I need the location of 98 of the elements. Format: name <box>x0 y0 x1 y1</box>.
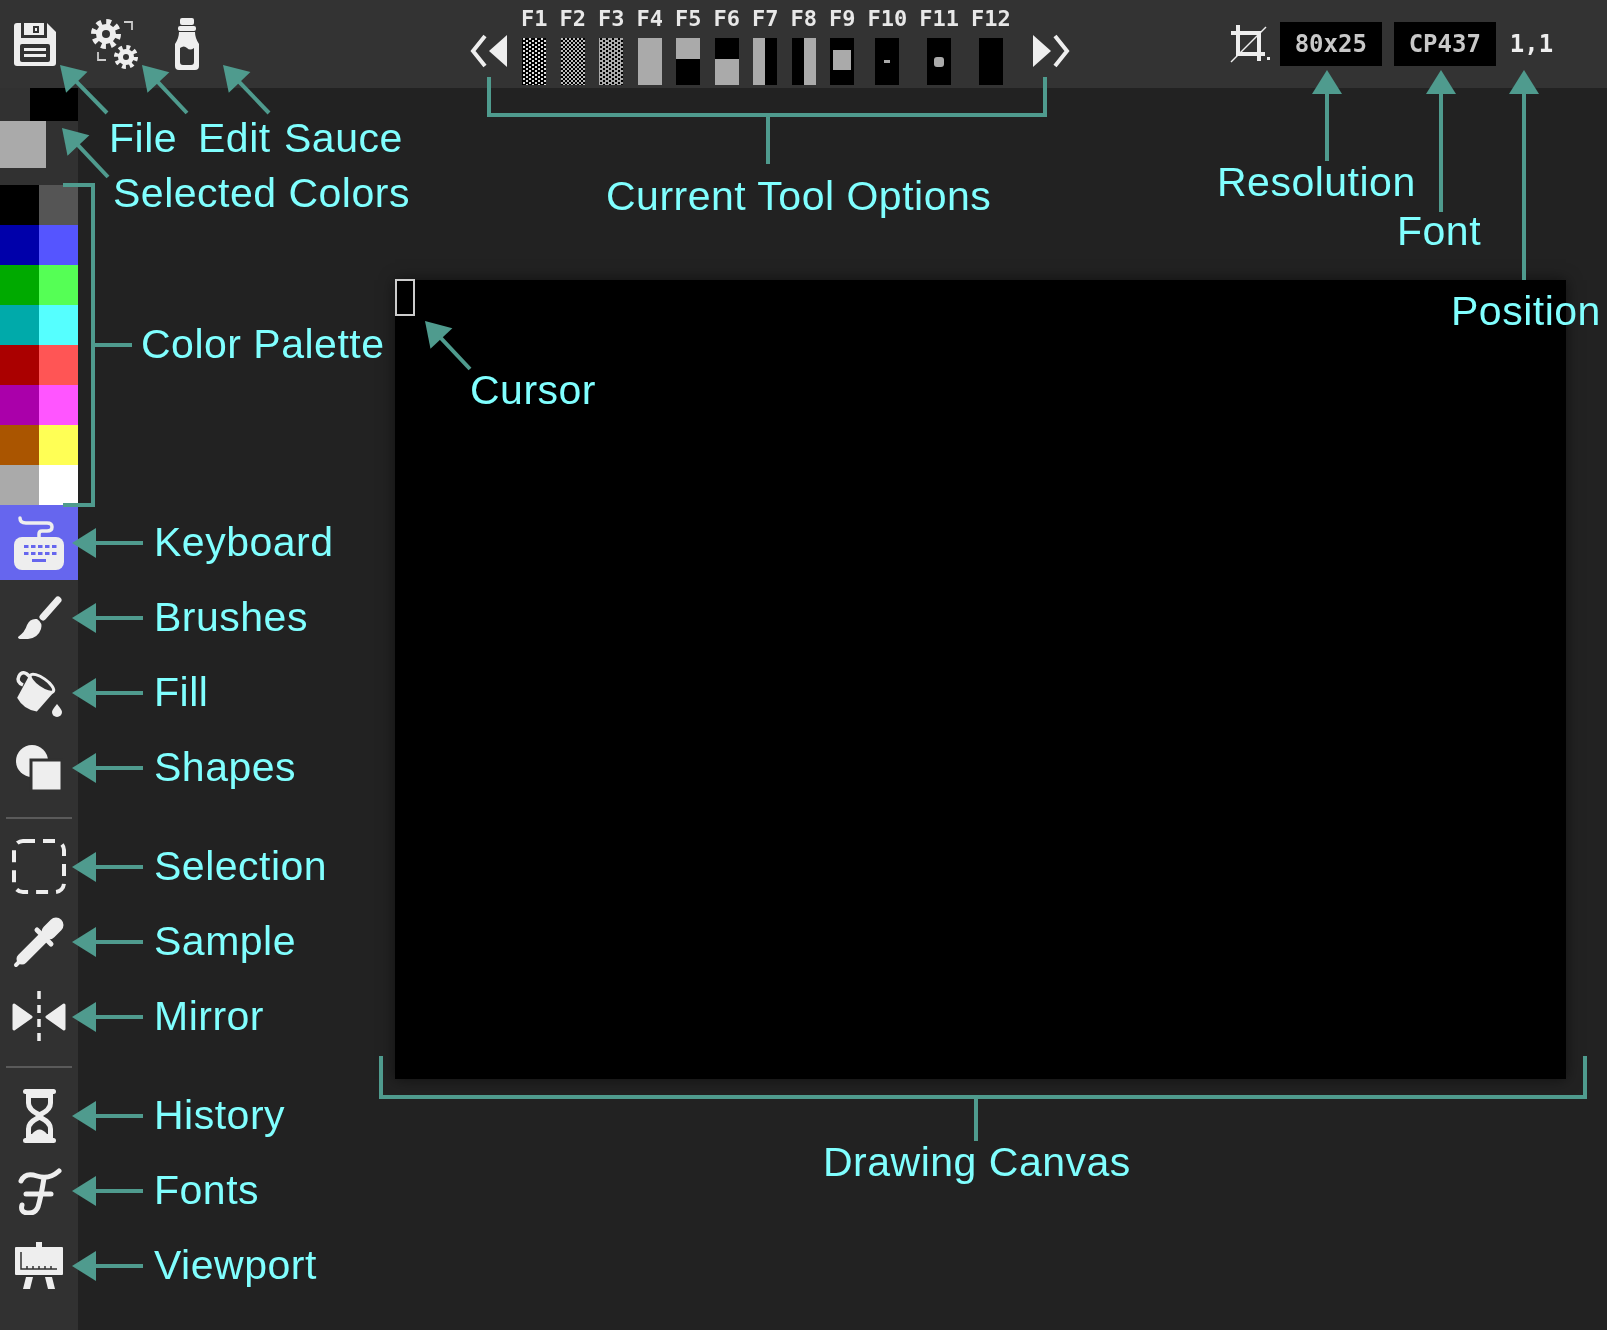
pointer-arrow <box>425 321 472 371</box>
paint-bucket-icon <box>14 668 64 717</box>
function-key-button[interactable]: F1 <box>521 8 548 85</box>
double-chevron-left-icon[interactable] <box>469 33 509 69</box>
script-f-icon <box>16 1166 62 1215</box>
callout-label: Fill <box>154 672 209 713</box>
callout-label: Shapes <box>154 747 297 788</box>
dark-shade-glyph-icon <box>599 38 624 85</box>
callout-label: Fonts <box>154 1170 260 1211</box>
function-key-button[interactable]: F6 <box>713 8 740 85</box>
function-key-button[interactable]: F4 <box>636 8 663 85</box>
function-key-button[interactable]: F10 <box>867 8 908 85</box>
blank-glyph-icon <box>978 38 1003 85</box>
circle-square-icon <box>15 743 63 792</box>
callout-label: Selection <box>154 846 328 887</box>
palette-swatch-icon[interactable] <box>0 265 39 305</box>
middle-dot-glyph-icon <box>875 38 900 85</box>
pointer-arrow <box>72 1001 143 1032</box>
keyboard-tool-button[interactable] <box>0 505 78 580</box>
bullet-glyph-icon <box>927 38 952 85</box>
pointer-arrow <box>223 65 271 115</box>
palette-swatch-icon[interactable] <box>39 465 78 505</box>
double-chevron-right-icon[interactable] <box>1030 33 1071 69</box>
font-button[interactable]: CP437 <box>1393 22 1496 66</box>
foreground-swatch-icon[interactable] <box>30 88 78 121</box>
function-key-button[interactable]: F8 <box>790 8 817 85</box>
palette-swatch-icon[interactable] <box>0 185 39 225</box>
function-key-button[interactable]: F3 <box>598 8 625 85</box>
eyedropper-icon <box>13 915 65 968</box>
bottle-icon[interactable] <box>174 18 200 70</box>
callout-label: Brushes <box>154 597 308 638</box>
callout-label: Sauce <box>284 118 403 159</box>
palette-swatch-icon[interactable] <box>0 425 39 465</box>
callout-label: Keyboard <box>154 522 334 563</box>
hourglass-icon <box>22 1088 56 1143</box>
pointer-arrow <box>72 752 143 783</box>
palette-swatch-icon[interactable] <box>0 305 39 345</box>
left-half-block-glyph-icon <box>753 38 778 85</box>
callout-label: Resolution <box>1217 162 1416 203</box>
callout-label: Color Palette <box>141 324 385 365</box>
palette-swatch-icon[interactable] <box>39 425 78 465</box>
pointer-arrow <box>72 1100 143 1131</box>
callout-label: Cursor <box>470 370 597 411</box>
keyboard-icon <box>14 515 64 570</box>
function-key-button[interactable]: F9 <box>829 8 856 85</box>
paintbrush-icon <box>16 596 62 639</box>
callout-label: Font <box>1397 211 1482 252</box>
upper-half-block-glyph-icon <box>676 38 701 85</box>
callout-label: Position <box>1451 291 1601 332</box>
callout-label: Viewport <box>154 1245 317 1286</box>
pointer-arrow <box>72 851 143 882</box>
background-swatch-icon[interactable] <box>0 121 46 168</box>
palette-swatch-icon[interactable] <box>0 465 39 505</box>
cursor-position-text: 1,1 <box>1509 32 1554 56</box>
callout-label: File <box>109 118 178 159</box>
crop-icon[interactable] <box>1228 24 1270 64</box>
mirror-triangles-icon <box>12 989 66 1044</box>
callout-label: Edit <box>198 118 271 159</box>
pointer-arrow <box>72 602 143 633</box>
palette-swatch-icon[interactable] <box>39 385 78 425</box>
callout-label: Sample <box>154 921 296 962</box>
palette-swatch-icon[interactable] <box>0 385 39 425</box>
callout-label: Mirror <box>154 996 265 1037</box>
palette-swatch-icon[interactable] <box>39 305 78 345</box>
pointer-arrow <box>72 677 143 708</box>
palette-swatch-icon[interactable] <box>39 345 78 385</box>
lower-half-block-glyph-icon <box>714 38 739 85</box>
function-key-button[interactable]: F2 <box>559 8 586 85</box>
palette-swatch-icon[interactable] <box>0 225 39 265</box>
palette-swatch-icon[interactable] <box>39 265 78 305</box>
pointer-arrow <box>62 128 110 179</box>
pointer-arrow <box>142 65 189 115</box>
gears-icon[interactable] <box>91 18 139 70</box>
function-key-button[interactable]: F5 <box>675 8 702 85</box>
pointer-arrow <box>72 926 143 957</box>
pointer-arrow <box>72 1175 143 1206</box>
callout-label: Current Tool Options <box>606 176 992 217</box>
text-cursor <box>395 279 415 316</box>
pointer-arrow <box>60 65 109 115</box>
callout-label: Selected Colors <box>113 173 410 214</box>
medium-shade-glyph-icon <box>560 38 585 85</box>
palette-swatch-icon[interactable] <box>0 345 39 385</box>
right-half-block-glyph-icon <box>791 38 816 85</box>
light-shade-glyph-icon <box>522 38 547 85</box>
callout-label: Drawing Canvas <box>823 1142 1131 1183</box>
function-key-button[interactable]: F12 <box>971 8 1011 85</box>
small-square-glyph-icon <box>830 38 855 85</box>
function-key-button[interactable]: F11 <box>919 8 959 85</box>
easel-icon <box>15 1242 63 1289</box>
full-block-glyph-icon <box>637 38 662 85</box>
dashed-square-icon <box>12 839 66 894</box>
resolution-button[interactable]: 80x25 <box>1279 22 1382 66</box>
function-key-button[interactable]: F7 <box>752 8 779 85</box>
pointer-arrow <box>72 1250 143 1281</box>
callout-label: History <box>154 1095 286 1136</box>
palette-swatch-icon[interactable] <box>39 225 78 265</box>
palette-swatch-icon[interactable] <box>39 185 78 225</box>
pointer-arrow <box>72 527 143 558</box>
